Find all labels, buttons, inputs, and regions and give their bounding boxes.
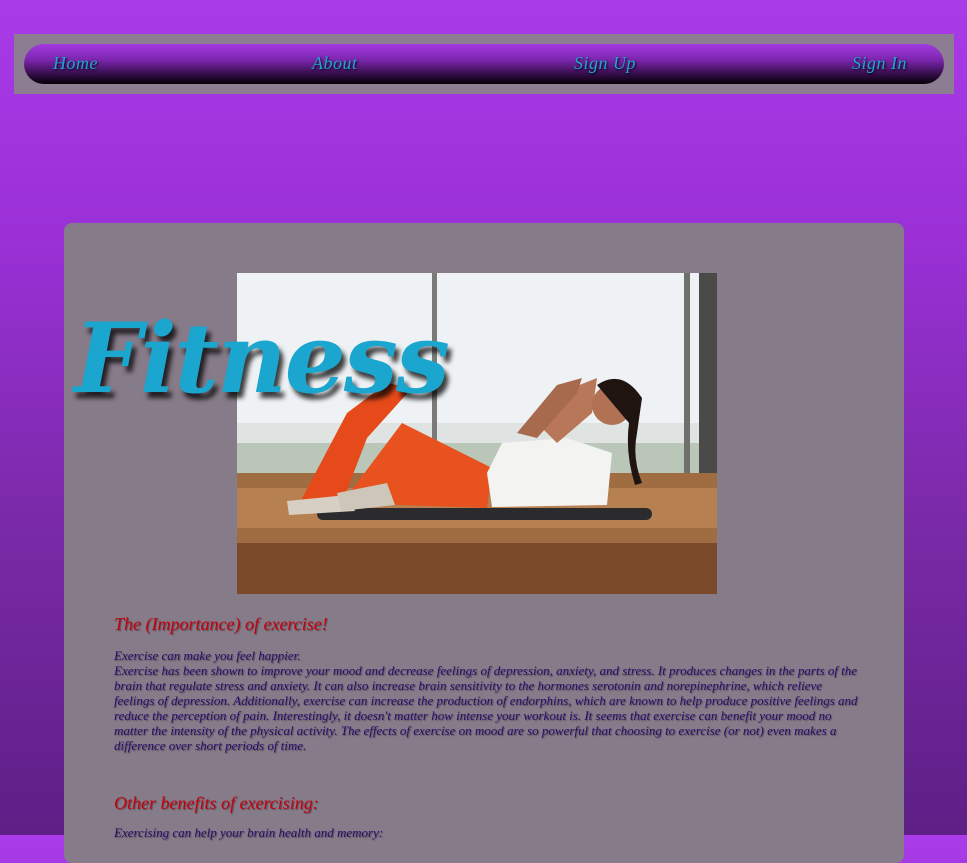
page-title: Fitness — [74, 302, 450, 415]
navigation-bar: Home About Sign Up Sign In — [24, 44, 944, 84]
content-card: Fitness The (Importance) of exercise! Ex… — [64, 223, 904, 863]
nav-link-sign-up[interactable]: Sign Up — [574, 53, 636, 74]
nav-link-sign-in[interactable]: Sign In — [852, 53, 907, 74]
importance-paragraph: Exercise has been shown to improve your … — [114, 663, 858, 753]
importance-intro-text: Exercise can make you feel happier. — [114, 648, 301, 663]
section-heading-importance: The (Importance) of exercise! — [114, 614, 328, 634]
nav-link-about[interactable]: About — [312, 53, 358, 74]
section-heading-benefits: Other benefits of exercising: — [114, 793, 319, 813]
navigation-frame: Home About Sign Up Sign In — [14, 34, 954, 94]
nav-link-home[interactable]: Home — [53, 53, 98, 74]
benefits-first-item: Exercising can help your brain health an… — [114, 825, 384, 840]
